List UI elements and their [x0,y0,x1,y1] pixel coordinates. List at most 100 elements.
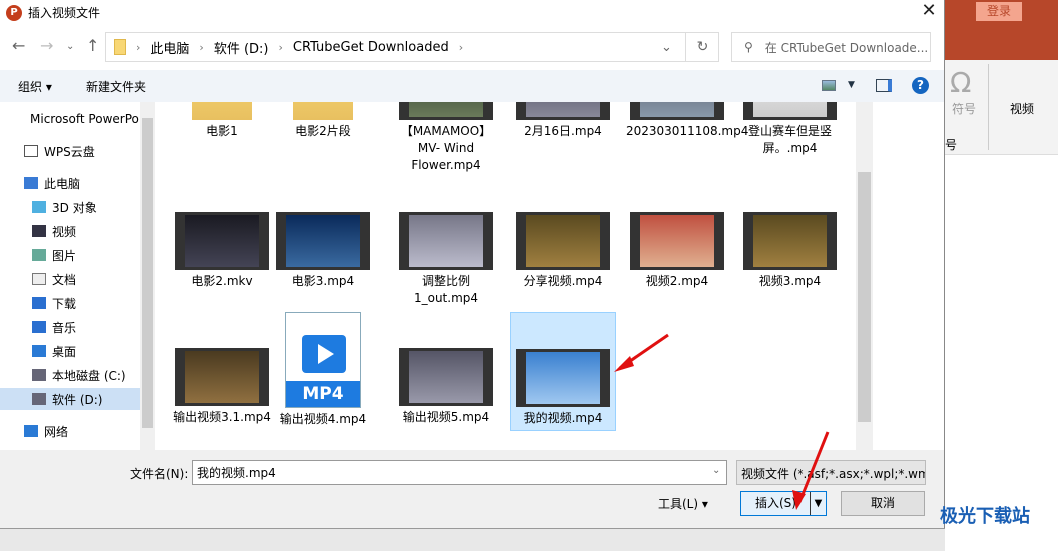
file-name: 2月16日.mp4 [524,124,602,138]
file-name: 电影2片段 [295,124,351,138]
up-icon[interactable]: ↑ [86,36,99,55]
back-icon[interactable]: ← [12,36,25,55]
mp4-file-icon: MP4 [285,312,361,408]
powerpoint-icon: P [6,4,22,21]
filename-label: 文件名(N): [130,467,189,481]
sidebar-item-label: 网络 [44,424,69,439]
file-item[interactable]: 调整比例1_out.mp4 [393,212,499,310]
sidebar-item[interactable]: 图片 [0,244,140,266]
omega-icon[interactable]: Ω [950,66,971,99]
video-thumbnail [743,102,837,120]
computer-icon [24,177,38,189]
sidebar-item[interactable]: 网络 [0,420,140,442]
sidebar-item-label: 本地磁盘 (C:) [52,368,126,383]
video-thumbnail [516,102,610,120]
breadcrumb-item[interactable]: 此电脑 [150,38,189,57]
organize-button[interactable]: 组织 ▾ [18,78,52,95]
view-dropdown-icon[interactable]: ▼ [848,80,855,90]
filename-input[interactable] [192,460,727,485]
preview-pane-icon[interactable] [876,79,892,92]
tools-button[interactable]: 工具(L) ▾ [658,495,708,512]
file-item[interactable]: 视频3.mp4 [737,212,843,293]
file-item[interactable]: 电影2片段 [270,102,376,143]
sidebar-item-label: 此电脑 [44,176,81,191]
file-item[interactable]: 视频2.mp4 [624,212,730,293]
search-placeholder: 在 CRTubeGet Downloade... [764,40,929,55]
sidebar-item-label: 软件 (D:) [52,392,103,407]
insert-label: 插入(S) [755,496,796,510]
file-item[interactable]: 202303011108.mp4 [624,102,748,143]
file-item[interactable]: 电影3.mp4 [270,212,376,293]
video-button[interactable]: 视频 [1010,100,1034,117]
slide-panel [0,528,945,551]
sidebar-item[interactable]: 3D 对象 [0,196,140,218]
watermark-logo: 极光下载站 [940,506,1030,527]
sidebar-item-label: 视频 [52,224,77,239]
desktop-icon [32,345,46,357]
file-item[interactable]: 【MAMAMOO】MV- Wind Flower.mp4 [393,102,499,177]
folder-icon [293,102,353,120]
sidebar-item[interactable]: WPS云盘 [0,140,140,162]
file-item[interactable]: 登山赛车但是竖屏。.mp4 [737,102,843,160]
file-item[interactable]: 电影2.mkv [169,212,275,293]
filetype-select[interactable]: 视频文件 (*.asf;*.asx;*.wpl;*.wm [736,460,926,485]
video-thumbnail [175,348,269,406]
file-item[interactable]: 我的视频.mp4 [510,312,616,431]
insert-button[interactable]: 插入(S) ▼ [740,491,827,516]
search-input[interactable]: ⚲ 在 CRTubeGet Downloade... [731,32,931,62]
sidebar-item[interactable]: 音乐 [0,316,140,338]
file-item[interactable]: 2月16日.mp4 [510,102,616,143]
search-icon: ⚲ [744,40,753,54]
breadcrumb-item[interactable]: CRTubeGet Downloaded [293,40,449,55]
chevron-down-icon[interactable]: ⌄ [712,465,720,476]
divider [988,64,989,150]
sidebar-item[interactable]: 视频 [0,220,140,242]
close-button[interactable]: ✕ [915,0,943,24]
video-thumbnail [630,102,724,120]
new-folder-button[interactable]: 新建文件夹 [86,78,146,95]
dropdown-arrow-icon[interactable]: ▼ [810,492,826,515]
file-name: 调整比例1_out.mp4 [413,274,479,305]
file-name: 电影3.mp4 [291,274,355,288]
video-thumbnail [175,212,269,270]
address-bar[interactable]: › 此电脑 › 软件 (D:) › CRTubeGet Downloaded ›… [105,32,719,62]
file-item[interactable]: 输出视频5.mp4 [393,348,499,429]
folder-icon [114,39,126,55]
play-icon [302,335,346,373]
chevron-down-icon[interactable]: ⌄ [661,40,672,55]
recent-dropdown-icon[interactable]: ⌄ [66,41,74,52]
video-thumbnail [516,349,610,407]
sidebar-item[interactable]: 桌面 [0,340,140,362]
video-thumbnail [399,212,493,270]
symbol-button[interactable]: 符号 [952,100,976,117]
file-item[interactable]: 输出视频3.1.mp4 [169,348,275,429]
sidebar-item[interactable]: 软件 (D:) [0,388,140,410]
sidebar-item[interactable]: 下载 [0,292,140,314]
cancel-button[interactable]: 取消 [841,491,925,516]
forward-icon[interactable]: → [40,36,53,55]
sidebar-item-label: 音乐 [52,320,77,335]
breadcrumb-item[interactable]: 软件 (D:) [214,38,269,57]
file-item[interactable]: 分享视频.mp4 [510,212,616,293]
file-name: 分享视频.mp4 [523,274,603,288]
login-button[interactable]: 登录 [976,2,1022,21]
cloud-icon [24,145,38,157]
sidebar-scrollbar[interactable] [140,102,155,450]
view-icon[interactable] [822,80,836,91]
sidebar-item[interactable]: Microsoft PowerPoint [0,108,140,130]
refresh-button[interactable]: ↻ [685,32,719,62]
chevron-right-icon: › [458,40,464,54]
chevron-right-icon: › [136,40,141,54]
video-thumbnail [276,212,370,270]
file-item[interactable]: 电影1 [169,102,275,143]
sidebar-item[interactable]: 文档 [0,268,140,290]
help-icon[interactable]: ? [912,77,929,94]
sidebar-item-label: 桌面 [52,344,77,359]
picture-icon [32,249,46,261]
file-item[interactable]: MP4 输出视频4.mp4 [270,312,376,431]
file-scrollbar[interactable] [856,102,873,450]
video-thumbnail [399,102,493,120]
sidebar-item[interactable]: 此电脑 [0,172,140,194]
sidebar-item[interactable]: 本地磁盘 (C:) [0,364,140,386]
drive-icon [32,369,46,381]
